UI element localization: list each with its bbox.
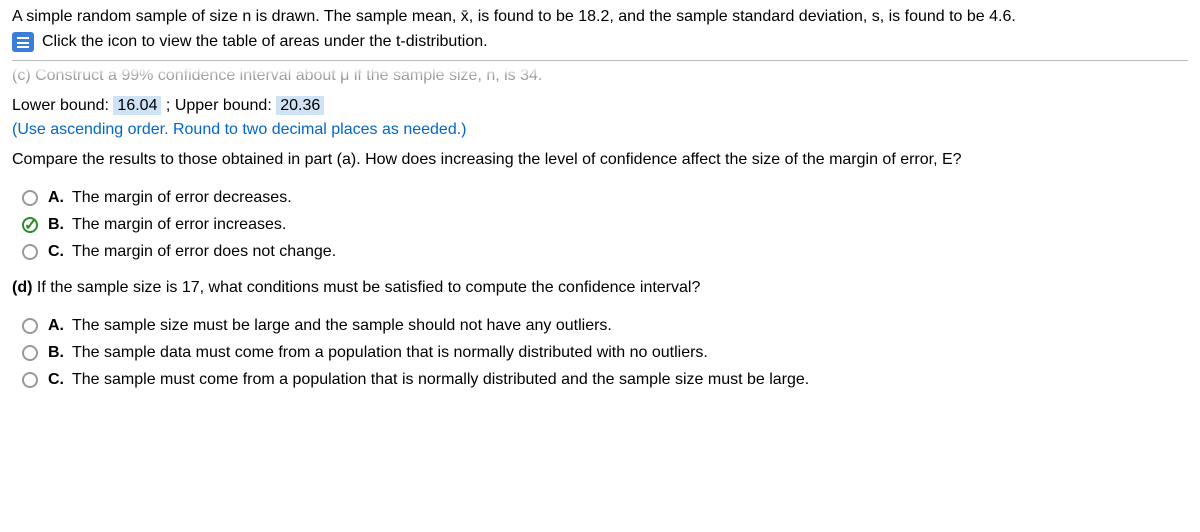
option-letter: A.	[48, 317, 66, 335]
icon-link-row[interactable]: Click the icon to view the table of area…	[12, 32, 1188, 52]
option-text: The margin of error increases.	[72, 216, 286, 234]
part-c-prompt: (c) Construct a 99% confidence interval …	[12, 67, 1188, 85]
option-text: The margin of error decreases.	[72, 189, 292, 207]
radio-icon	[22, 244, 38, 260]
option-letter: A.	[48, 189, 66, 207]
option-text: The sample data must come from a populat…	[72, 344, 708, 362]
part-d-question: (d) If the sample size is 17, what condi…	[12, 279, 1188, 297]
radio-icon	[22, 318, 38, 334]
lower-bound-value: 16.04	[113, 96, 161, 115]
radio-icon	[22, 345, 38, 361]
option-letter: B.	[48, 344, 66, 362]
rounding-instruction: (Use ascending order. Round to two decim…	[12, 121, 1188, 139]
option-c-b[interactable]: B. The margin of error increases.	[22, 216, 1188, 234]
option-d-c[interactable]: C. The sample must come from a populatio…	[22, 371, 1188, 389]
option-d-b[interactable]: B. The sample data must come from a popu…	[22, 344, 1188, 362]
option-text: The margin of error does not change.	[72, 243, 336, 261]
option-letter: C.	[48, 371, 66, 389]
radio-icon	[22, 372, 38, 388]
option-c-a[interactable]: A. The margin of error decreases.	[22, 189, 1188, 207]
option-letter: B.	[48, 216, 66, 234]
option-letter: C.	[48, 243, 66, 261]
intro-text: A simple random sample of size n is draw…	[12, 8, 1188, 26]
part-d-text: If the sample size is 17, what condition…	[37, 279, 700, 296]
compare-question: Compare the results to those obtained in…	[12, 151, 1188, 169]
option-text: The sample must come from a population t…	[72, 371, 809, 389]
table-icon	[12, 32, 34, 52]
icon-link-text: Click the icon to view the table of area…	[42, 33, 488, 51]
part-c-options: A. The margin of error decreases. B. The…	[22, 189, 1188, 261]
part-d-options: A. The sample size must be large and the…	[22, 317, 1188, 389]
lower-bound-label: Lower bound:	[12, 97, 109, 114]
upper-bound-value: 20.36	[276, 96, 324, 115]
option-text: The sample size must be large and the sa…	[72, 317, 612, 335]
bounds-line: Lower bound: 16.04 ; Upper bound: 20.36	[12, 97, 1188, 115]
option-d-a[interactable]: A. The sample size must be large and the…	[22, 317, 1188, 335]
option-c-c[interactable]: C. The margin of error does not change.	[22, 243, 1188, 261]
radio-icon	[22, 190, 38, 206]
separator-text: ; Upper bound:	[166, 97, 272, 114]
radio-icon-checked	[22, 217, 38, 233]
part-d-label: (d)	[12, 279, 32, 296]
divider	[12, 60, 1188, 61]
